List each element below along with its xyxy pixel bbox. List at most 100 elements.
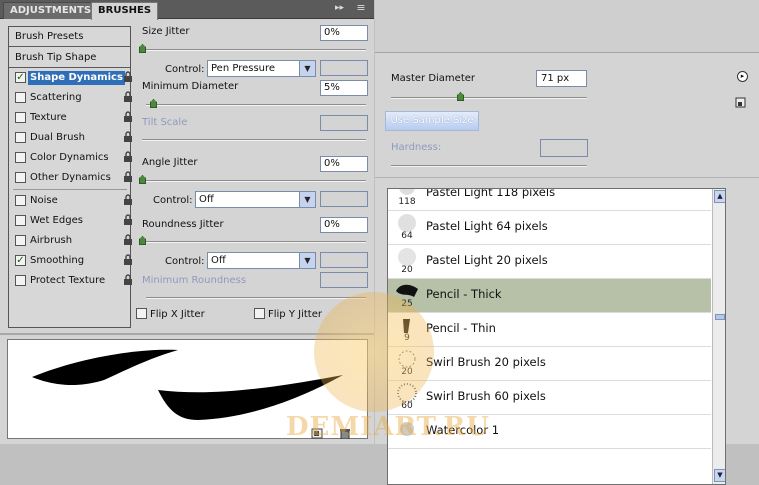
lock-icon[interactable]	[123, 234, 133, 246]
preset-row[interactable]: 118 Pastel Light 118 pixels	[388, 189, 711, 211]
preset-row[interactable]: 9 Pencil - Thin	[388, 313, 711, 347]
flip-x-jitter-option[interactable]: Flip X Jitter	[136, 308, 205, 320]
preset-name: Swirl Brush 60 pixels	[426, 389, 546, 403]
minimum-roundness-label: Minimum Roundness	[142, 275, 247, 286]
size-jitter-field[interactable]: 0%	[320, 25, 368, 41]
scroll-up-icon[interactable]: ▲	[714, 190, 725, 203]
category-wet-edges[interactable]: Wet Edges	[15, 213, 132, 229]
checkbox[interactable]	[15, 152, 26, 163]
checkbox[interactable]	[254, 308, 265, 319]
angle-control-amount-field[interactable]	[320, 191, 368, 207]
preset-row[interactable]: 64 Pastel Light 64 pixels	[388, 211, 711, 245]
picker-menu-icon[interactable]: ▸	[737, 71, 748, 82]
category-smoothing[interactable]: ✓ Smoothing	[15, 253, 132, 269]
brush-category-list: Brush Presets Brush Tip Shape ✓ Shape Dy…	[8, 26, 132, 328]
category-airbrush[interactable]: Airbrush	[15, 233, 132, 249]
use-sample-size-button[interactable]: Use Sample Size	[385, 111, 479, 131]
preset-row[interactable]: 20 Swirl Brush 20 pixels	[388, 347, 711, 381]
lock-icon[interactable]	[123, 171, 133, 183]
angle-control-dropdown[interactable]: Off ▼	[195, 191, 316, 208]
preset-list-scrollbar[interactable]: ▲ ▼	[712, 189, 725, 484]
tab-adjustments[interactable]: ADJUSTMENTS	[3, 2, 99, 19]
angle-jitter-slider-handle[interactable]	[139, 175, 146, 184]
category-texture[interactable]: Texture	[15, 110, 132, 126]
brush-tip-shape-header[interactable]: Brush Tip Shape	[9, 48, 130, 68]
scrollbar-thumb[interactable]	[715, 314, 725, 320]
checkbox[interactable]	[15, 172, 26, 183]
lock-icon[interactable]	[123, 151, 133, 163]
minimum-roundness-field[interactable]	[320, 272, 368, 288]
minimum-roundness-slider[interactable]	[146, 297, 366, 299]
size-jitter-slider-handle[interactable]	[139, 44, 146, 53]
preset-name: Swirl Brush 20 pixels	[426, 355, 546, 369]
chevron-down-icon[interactable]: ▼	[299, 61, 315, 76]
scroll-down-icon[interactable]: ▼	[714, 469, 725, 482]
category-label: Wet Edges	[30, 215, 83, 226]
category-noise[interactable]: Noise	[15, 193, 132, 209]
roundness-control-dropdown[interactable]: Off ▼	[207, 252, 316, 269]
minimum-diameter-slider-handle[interactable]	[150, 99, 157, 108]
preset-size: 118	[398, 197, 416, 207]
panel-menu-icon[interactable]: ≡	[352, 2, 370, 16]
chevron-down-icon[interactable]: ▼	[299, 253, 315, 268]
lock-icon[interactable]	[123, 111, 133, 123]
size-control-dropdown[interactable]: Pen Pressure ▼	[207, 60, 316, 77]
category-shape-dynamics[interactable]: ✓ Shape Dynamics	[15, 70, 132, 86]
checkbox[interactable]	[15, 275, 26, 286]
category-scattering[interactable]: Scattering	[15, 90, 132, 106]
preset-row[interactable]: 60 Swirl Brush 60 pixels	[388, 381, 711, 415]
new-preset-icon[interactable]	[735, 97, 746, 108]
tilt-scale-slider[interactable]	[142, 139, 366, 141]
lock-icon[interactable]	[123, 274, 133, 286]
category-dual-brush[interactable]: Dual Brush	[15, 130, 132, 146]
checkbox[interactable]	[15, 112, 26, 123]
checkbox[interactable]: ✓	[15, 72, 26, 83]
checkbox[interactable]: ✓	[15, 255, 26, 266]
checkbox[interactable]	[15, 235, 26, 246]
checkbox[interactable]	[15, 195, 26, 206]
brush-preset-picker: Master Diameter 71 px ▸ Use Sample Size …	[375, 0, 759, 485]
category-label: Airbrush	[30, 235, 73, 246]
roundness-jitter-field[interactable]: 0%	[320, 217, 368, 233]
preset-row[interactable]: 20 Pastel Light 20 pixels	[388, 245, 711, 279]
angle-jitter-field[interactable]: 0%	[320, 156, 368, 172]
lock-icon[interactable]	[123, 71, 133, 83]
checkbox[interactable]	[15, 132, 26, 143]
tab-brushes[interactable]: BRUSHES	[91, 2, 159, 20]
minimum-diameter-slider[interactable]	[146, 104, 366, 106]
checkbox[interactable]	[15, 92, 26, 103]
master-diameter-slider[interactable]	[391, 97, 587, 99]
lock-icon[interactable]	[123, 214, 133, 226]
flip-y-jitter-option[interactable]: Flip Y Jitter	[254, 308, 322, 320]
category-color-dynamics[interactable]: Color Dynamics	[15, 150, 132, 166]
category-label: Dual Brush	[30, 132, 85, 143]
brush-presets-header[interactable]: Brush Presets	[9, 27, 130, 47]
size-control-amount-field[interactable]	[320, 60, 368, 76]
roundness-jitter-slider-handle[interactable]	[139, 236, 146, 245]
lock-icon[interactable]	[123, 131, 133, 143]
category-label: Protect Texture	[30, 275, 106, 286]
chevron-down-icon[interactable]: ▼	[299, 192, 315, 207]
tilt-scale-field[interactable]	[320, 115, 368, 131]
checkbox[interactable]	[136, 308, 147, 319]
size-jitter-slider[interactable]	[142, 49, 366, 51]
lock-icon[interactable]	[123, 91, 133, 103]
hardness-field[interactable]	[540, 139, 588, 157]
checkbox[interactable]	[15, 215, 26, 226]
master-diameter-slider-handle[interactable]	[457, 92, 464, 101]
master-diameter-label: Master Diameter	[391, 73, 476, 84]
panel-collapse-icon[interactable]: ▸▸	[335, 3, 344, 13]
roundness-jitter-label: Roundness Jitter	[142, 219, 224, 230]
category-label: Shape Dynamics	[28, 71, 125, 85]
preset-row-selected[interactable]: 25 Pencil - Thick	[388, 279, 711, 313]
category-protect-texture[interactable]: Protect Texture	[15, 273, 132, 289]
lock-icon[interactable]	[123, 194, 133, 206]
hardness-slider[interactable]	[391, 165, 587, 167]
master-diameter-field[interactable]: 71 px	[536, 70, 587, 87]
roundness-jitter-slider[interactable]	[142, 241, 366, 243]
lock-icon[interactable]	[123, 254, 133, 266]
angle-jitter-slider[interactable]	[142, 180, 366, 182]
roundness-control-amount-field[interactable]	[320, 252, 368, 268]
category-other-dynamics[interactable]: Other Dynamics	[15, 170, 132, 186]
minimum-diameter-field[interactable]: 5%	[320, 80, 368, 96]
